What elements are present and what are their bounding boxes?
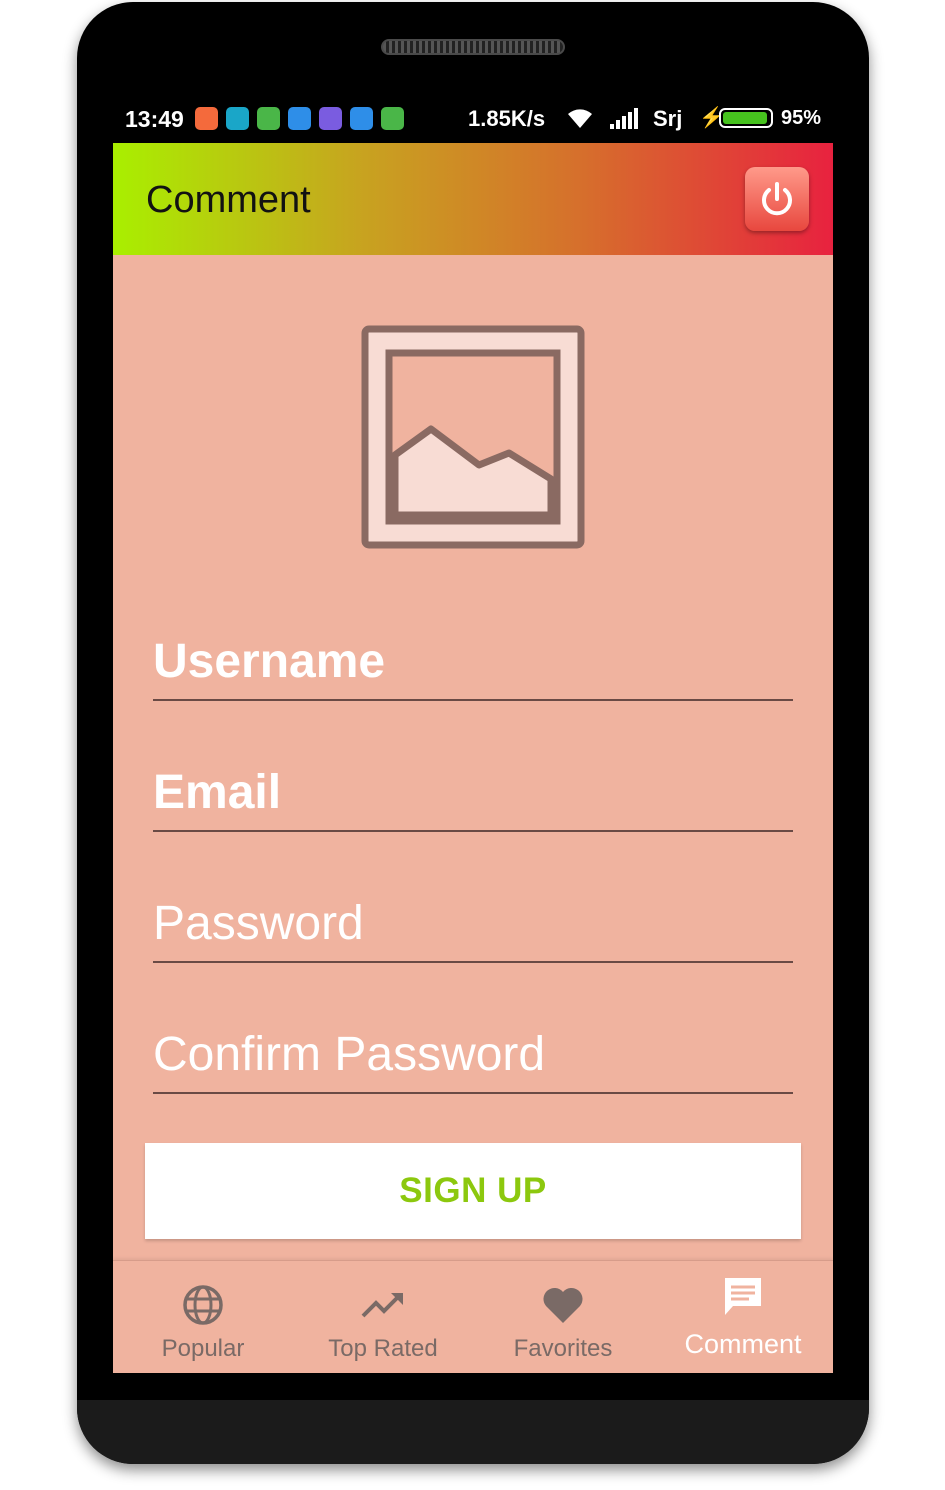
email-placeholder: Email <box>153 766 282 819</box>
nav-label-popular: Popular <box>161 1335 245 1362</box>
wifi-icon <box>568 109 592 128</box>
phone-chin <box>77 1400 869 1464</box>
comment-icon <box>721 1275 765 1319</box>
app-bar: Comment <box>113 143 833 255</box>
android-app-icon <box>381 107 404 130</box>
nav-label-comment: Comment <box>684 1329 802 1359</box>
chat-app-icon <box>226 107 249 130</box>
username-placeholder: Username <box>153 635 386 688</box>
nav-item-top-rated[interactable]: Top Rated <box>293 1261 473 1373</box>
nav-label-favorites: Favorites <box>513 1335 613 1362</box>
nav-item-favorites[interactable]: Favorites <box>473 1261 653 1373</box>
signal-icon <box>610 108 638 129</box>
battery-fill <box>723 112 767 124</box>
status-time: 13:49 <box>125 106 184 132</box>
email-field[interactable]: Email <box>153 752 793 832</box>
battery-icon <box>719 108 773 128</box>
power-button[interactable] <box>745 167 809 231</box>
image-placeholder-icon[interactable] <box>361 325 585 549</box>
confirm-password-field[interactable]: Confirm Password <box>153 1014 793 1094</box>
bottom-navigation: Popular Top Rated Favorites Comment <box>113 1260 833 1373</box>
shopping-bag-icon <box>195 107 218 130</box>
notification-icons <box>195 107 404 130</box>
battery-app-icon <box>257 107 280 130</box>
trending-up-icon <box>361 1283 405 1327</box>
confirm-password-placeholder: Confirm Password <box>153 1028 546 1081</box>
status-bar: 13:49 1.85K/s Srj ⚡ 95% <box>113 96 833 142</box>
purple-app-icon <box>319 107 342 130</box>
globe-icon <box>181 1283 225 1327</box>
nav-item-popular[interactable]: Popular <box>113 1261 293 1373</box>
username-field[interactable]: Username <box>153 621 793 701</box>
password-field[interactable]: Password <box>153 883 793 963</box>
nav-item-comment[interactable]: Comment <box>653 1261 833 1373</box>
phone-speaker <box>381 39 565 55</box>
page-title: Comment <box>146 179 311 221</box>
password-placeholder: Password <box>153 897 364 950</box>
message-bubble-icon-2 <box>350 107 373 130</box>
battery-percent: 95% <box>781 107 822 129</box>
carrier-name: Srj <box>653 106 683 131</box>
network-speed: 1.85K/s <box>468 106 546 131</box>
app-screen: Comment Username Email Password Confirm … <box>113 143 833 1373</box>
message-bubble-icon <box>288 107 311 130</box>
signup-button[interactable]: SIGN UP <box>145 1143 801 1239</box>
nav-label-top-rated: Top Rated <box>328 1335 438 1362</box>
power-icon <box>762 182 792 216</box>
heart-icon <box>541 1283 585 1327</box>
